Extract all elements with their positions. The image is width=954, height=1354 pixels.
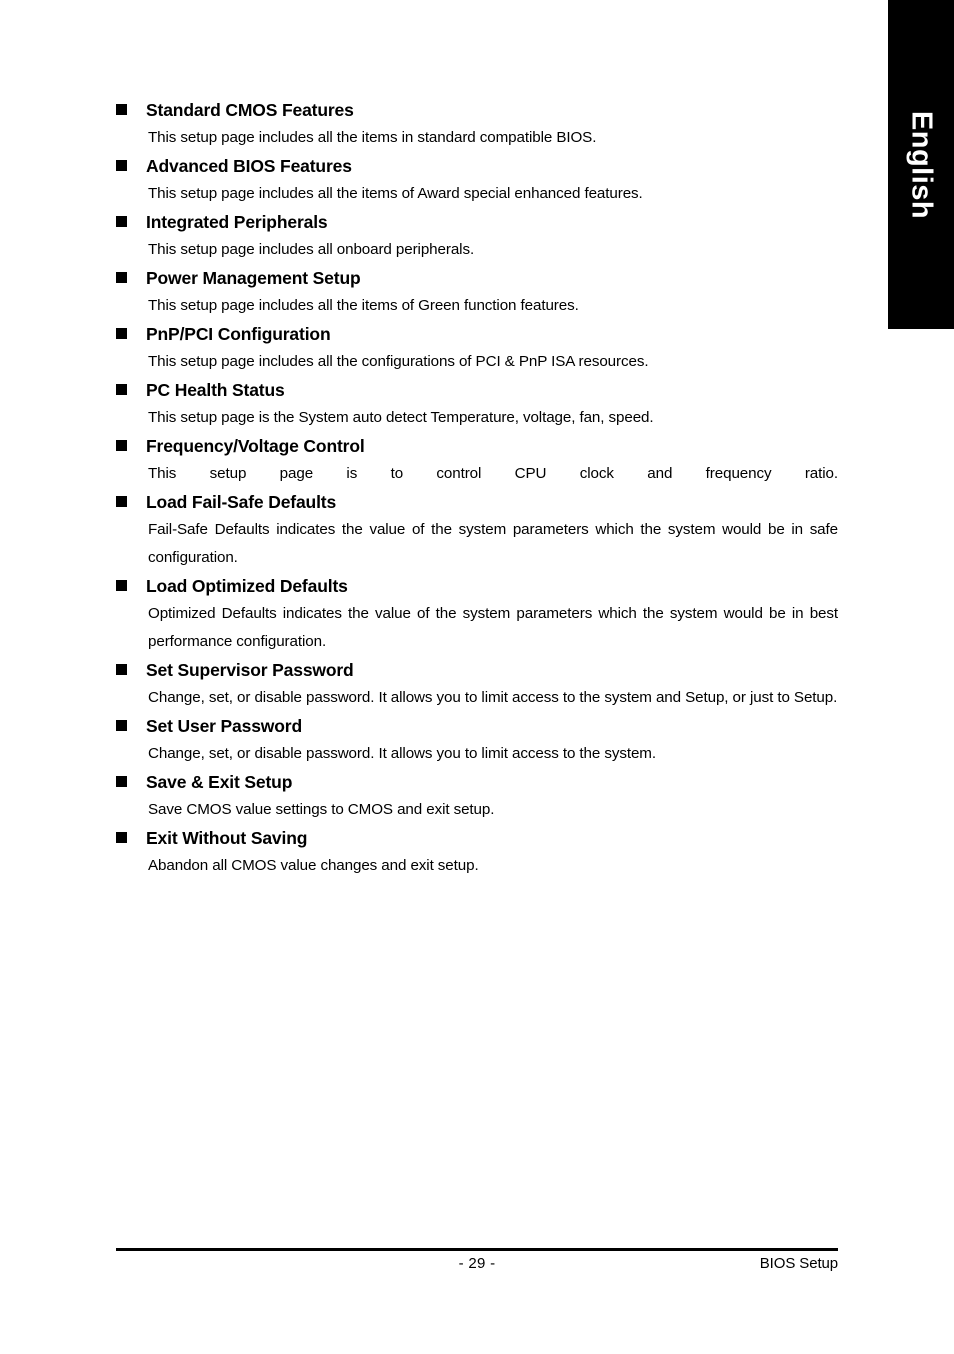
bios-setup-section-list: Standard CMOS Features This setup page in… — [116, 96, 838, 880]
bios-setup-entry-heading: Frequency/Voltage Control — [116, 432, 838, 460]
bios-setup-entry-heading: Power Management Setup — [116, 264, 838, 292]
bios-setup-entry-title: Exit Without Saving — [146, 828, 308, 848]
bios-setup-entry: Integrated Peripherals This setup page in… — [116, 208, 838, 264]
bios-setup-entry-title: Power Management Setup — [146, 268, 361, 288]
page-number: - 29 - — [458, 1255, 496, 1272]
bios-setup-entry: Set Supervisor Password Change, set, or d… — [116, 656, 838, 712]
bios-setup-entry-title: Frequency/Voltage Control — [146, 436, 365, 456]
language-tab: English — [888, 0, 954, 329]
square-bullet-icon — [116, 580, 127, 591]
bios-setup-entry: Frequency/Voltage Control This setup page… — [116, 432, 838, 488]
square-bullet-icon — [116, 720, 127, 731]
bios-setup-entry-heading: Exit Without Saving — [116, 824, 838, 852]
bios-setup-entry-heading: Save & Exit Setup — [116, 768, 838, 796]
square-bullet-icon — [116, 496, 127, 507]
bios-setup-entry-title: PC Health Status — [146, 380, 285, 400]
square-bullet-icon — [116, 272, 127, 283]
bios-setup-entry-description: Optimized Defaults indicates the value o… — [148, 605, 838, 650]
bios-setup-entry-description: Change, set, or disable password. It all… — [148, 689, 838, 706]
bios-setup-entry-heading: Load Fail-Safe Defaults — [116, 488, 838, 516]
square-bullet-icon — [116, 328, 127, 339]
bios-setup-entry-title: Load Optimized Defaults — [146, 576, 348, 596]
bios-setup-entry-heading: Integrated Peripherals — [116, 208, 838, 236]
bios-setup-entry: Exit Without Saving Abandon all CMOS valu… — [116, 824, 838, 880]
bios-setup-entry: Power Management Setup This setup page in… — [116, 264, 838, 320]
bios-setup-entry-description: Fail-Safe Defaults indicates the value o… — [148, 521, 838, 566]
bios-setup-entry-description: Save CMOS value settings to CMOS and exi… — [148, 801, 495, 818]
bios-setup-entry-description: This setup page includes all the items o… — [148, 185, 643, 202]
square-bullet-icon — [116, 216, 127, 227]
square-bullet-icon — [116, 104, 127, 115]
square-bullet-icon — [116, 664, 127, 675]
bios-setup-entry-title: Standard CMOS Features — [146, 100, 354, 120]
bios-setup-entry-heading: Load Optimized Defaults — [116, 572, 838, 600]
bios-setup-entry: Set User Password Change, set, or disable… — [116, 712, 838, 768]
square-bullet-icon — [116, 384, 127, 395]
bios-setup-entry-description: This setup page is the System auto detec… — [148, 409, 654, 426]
bios-setup-entry-description: This setup page includes all onboard per… — [148, 241, 475, 258]
bios-setup-entry-description: This setup page is to control CPU clock … — [148, 465, 838, 482]
bios-setup-entry-description: Abandon all CMOS value changes and exit … — [148, 857, 479, 874]
language-tab-label: English — [905, 110, 938, 219]
bios-setup-entry: PnP/PCI Configuration This setup page inc… — [116, 320, 838, 376]
bios-setup-entry-heading: Advanced BIOS Features — [116, 152, 838, 180]
square-bullet-icon — [116, 832, 127, 843]
bios-setup-entry: Save & Exit Setup Save CMOS value setting… — [116, 768, 838, 824]
bios-setup-entry-description: Change, set, or disable password. It all… — [148, 745, 656, 762]
bios-setup-entry-title: PnP/PCI Configuration — [146, 324, 331, 344]
square-bullet-icon — [116, 440, 127, 451]
bios-setup-entry: Load Optimized Defaults Optimized Default… — [116, 572, 838, 656]
bios-setup-entry-description: This setup page includes all the items i… — [148, 129, 597, 146]
bios-setup-entry: Standard CMOS Features This setup page in… — [116, 96, 838, 152]
bios-setup-entry-title: Load Fail-Safe Defaults — [146, 492, 337, 512]
bios-setup-entry-heading: PC Health Status — [116, 376, 838, 404]
bios-setup-entry-title: Save & Exit Setup — [146, 772, 293, 792]
bios-setup-entry: PC Health Status This setup page is the S… — [116, 376, 838, 432]
footer-row: - 29 - BIOS Setup — [116, 1251, 839, 1277]
bios-setup-entry-title: Advanced BIOS Features — [146, 156, 352, 176]
bios-setup-entry-description: This setup page includes all the configu… — [148, 353, 649, 370]
bios-setup-entry-title: Integrated Peripherals — [146, 212, 328, 232]
bios-setup-entry: Load Fail-Safe Defaults Fail-Safe Default… — [116, 488, 838, 572]
bios-setup-entry-heading: PnP/PCI Configuration — [116, 320, 838, 348]
bios-setup-entry-description: This setup page includes all the items o… — [148, 297, 579, 314]
square-bullet-icon — [116, 776, 127, 787]
page-footer: - 29 - BIOS Setup — [116, 1248, 838, 1277]
bios-setup-entry-heading: Set Supervisor Password — [116, 656, 838, 684]
square-bullet-icon — [116, 160, 127, 171]
bios-setup-entry-title: Set Supervisor Password — [146, 660, 354, 680]
bios-setup-entry: Advanced BIOS Features This setup page in… — [116, 152, 838, 208]
bios-setup-entry-heading: Standard CMOS Features — [116, 96, 838, 124]
bios-setup-entry-heading: Set User Password — [116, 712, 838, 740]
footer-section-label: BIOS Setup — [759, 1255, 838, 1272]
bios-setup-entry-title: Set User Password — [146, 716, 302, 736]
